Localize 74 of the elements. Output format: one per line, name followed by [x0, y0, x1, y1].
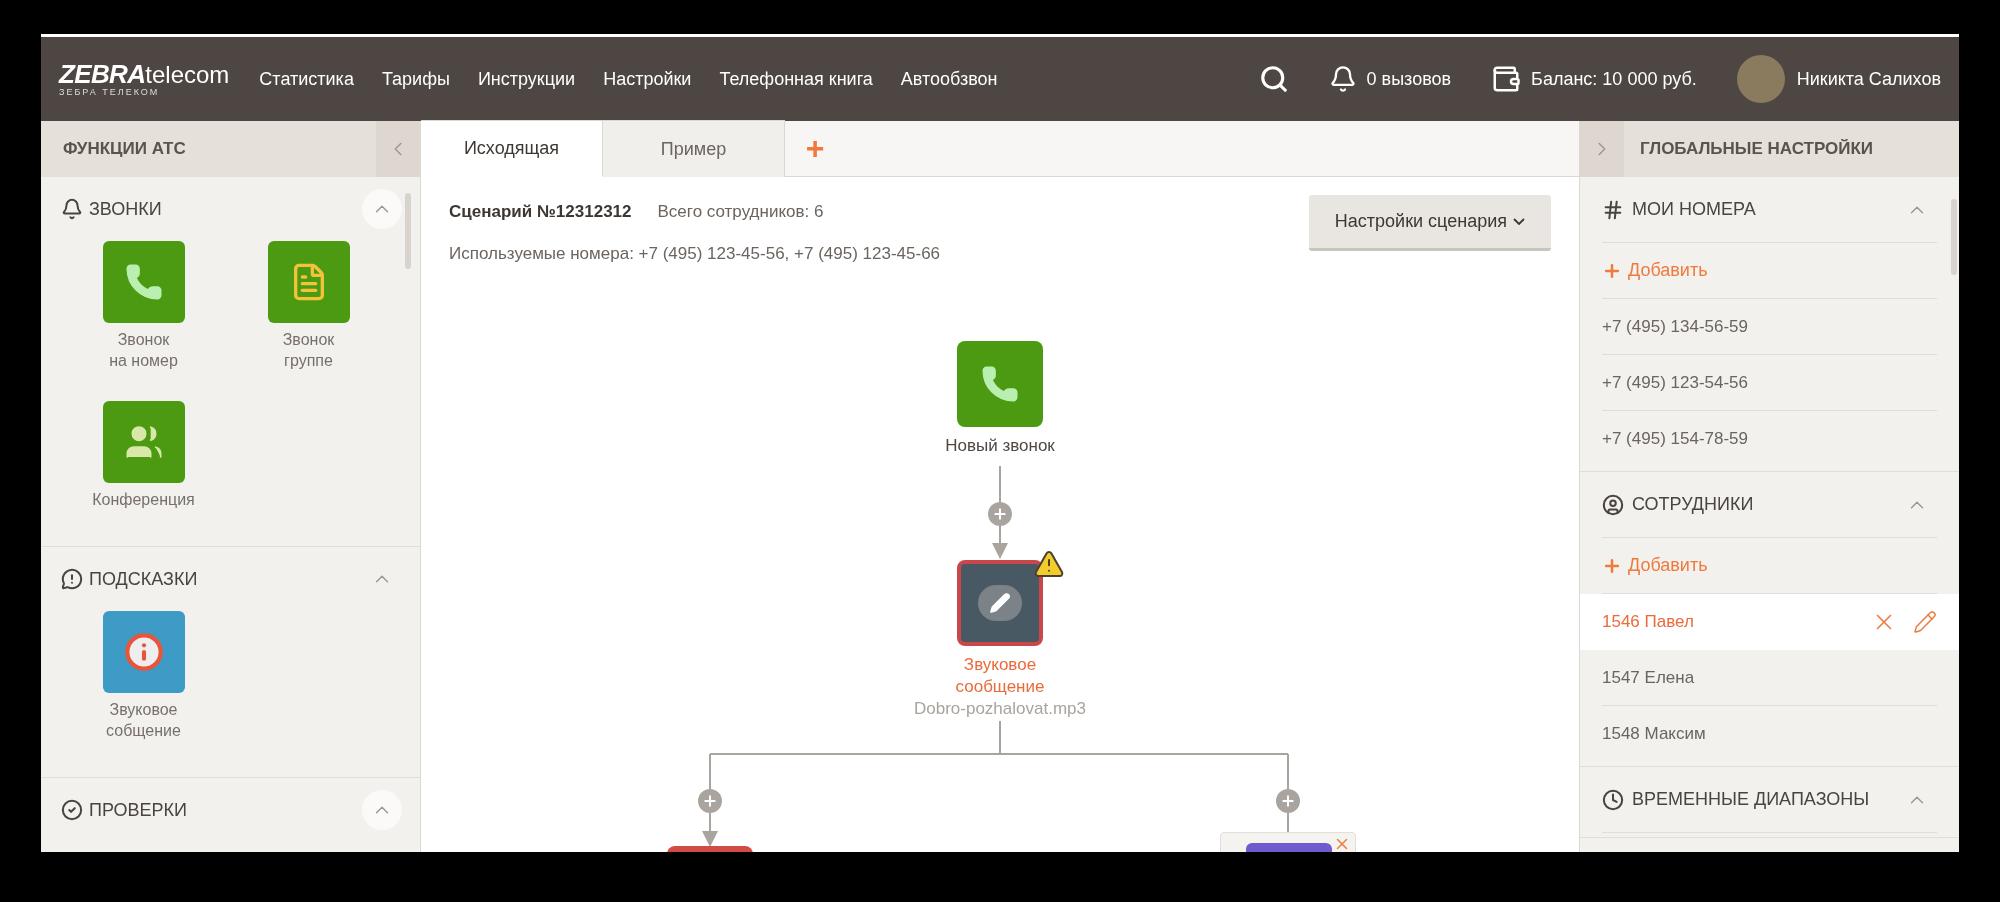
- section-title: ЗВОНКИ: [89, 197, 163, 221]
- add-step-button[interactable]: [698, 789, 722, 813]
- info-icon: [123, 632, 164, 672]
- calls-counter[interactable]: 0 вызовов: [1366, 65, 1452, 93]
- function-label[interactable]: Звуковое собщение: [106, 699, 181, 741]
- section-title: ПРОВЕРКИ: [89, 798, 188, 822]
- list-row[interactable]: 1548 Максим: [1602, 706, 1937, 762]
- pencil-icon[interactable]: [1913, 610, 1937, 634]
- list-row[interactable]: 1546 Павел: [1580, 594, 1959, 650]
- tab[interactable]: Исходящая: [421, 120, 603, 177]
- list-row[interactable]: +7 (495) 134-56-59: [1602, 299, 1937, 355]
- user-name[interactable]: Никикта Салихов: [1796, 65, 1941, 93]
- plus-icon: [992, 506, 1008, 522]
- list-row[interactable]: 1547 Елена: [1602, 650, 1937, 706]
- node-label: Звуковое сообщение: [955, 654, 1045, 698]
- list-item-text: +7 (495) 134-56-59: [1602, 315, 1750, 338]
- nav-link[interactable]: Статистика: [259, 65, 354, 93]
- plus-icon: [1280, 793, 1296, 809]
- collapse-button[interactable]: [362, 790, 402, 830]
- nav-link[interactable]: Автообзвон: [900, 65, 998, 93]
- list-item-text: +7 (495) 123-54-56: [1602, 371, 1750, 394]
- scrollbar[interactable]: [1951, 199, 1957, 275]
- hash-icon: [1602, 198, 1624, 221]
- panel-title: ФУНКЦИИ АТС: [62, 138, 187, 161]
- bell-icon[interactable]: [1328, 65, 1357, 93]
- wallet-icon[interactable]: [1491, 64, 1522, 94]
- function-label[interactable]: Звонок группе: [282, 329, 335, 371]
- clock-icon: [1602, 788, 1624, 811]
- function-tile[interactable]: [102, 241, 185, 323]
- message-node[interactable]: [957, 560, 1043, 646]
- call-node[interactable]: [957, 341, 1043, 427]
- collapse-button[interactable]: [362, 189, 402, 229]
- bell-icon: [61, 198, 83, 220]
- plus-icon: [702, 793, 718, 809]
- caret-icon: [1513, 218, 1525, 225]
- section-title: МОИ НОМЕРА: [1632, 198, 1757, 221]
- list-row[interactable]: +7 (495) 123-54-56: [1602, 355, 1937, 411]
- search-icon[interactable]: [1258, 64, 1289, 94]
- check-circle-icon: [61, 799, 83, 821]
- scenario-settings-button[interactable]: Настройки сценария: [1308, 195, 1551, 251]
- nav-link[interactable]: Телефонная книга: [719, 65, 873, 93]
- list-item-text: 1547 Елена: [1602, 666, 1696, 689]
- section-title: ПОДСКАЗКИ: [89, 567, 199, 591]
- phone-icon: [980, 364, 1020, 404]
- function-tile[interactable]: [102, 401, 185, 483]
- section-title: ВРЕМЕННЫЕ ДИАПАЗОНЫ: [1632, 788, 1871, 811]
- panel-title: ГЛОБАЛЬНЫЕ НАСТРОЙКИ: [1639, 138, 1874, 161]
- nav-link[interactable]: Инструкции: [477, 65, 576, 93]
- add-step-button[interactable]: [988, 502, 1012, 526]
- scenario-title: Сценарий №12312312: [449, 201, 632, 223]
- speech-bubble-icon: [61, 568, 83, 590]
- function-tile[interactable]: [102, 611, 185, 693]
- logo[interactable]: ZEBRAtelecom ЗЕБРА ТЕЛЕКОМ: [59, 61, 230, 97]
- tab[interactable]: Пример: [603, 120, 785, 177]
- section-title: СОТРУДНИКИ: [1632, 493, 1755, 516]
- function-label[interactable]: Звонок на номер: [109, 329, 178, 371]
- nav-link[interactable]: Тарифы: [381, 65, 450, 93]
- add-step-button[interactable]: [1276, 789, 1300, 813]
- list-row[interactable]: +7 (495) 154-78-59: [1602, 411, 1937, 467]
- scrollbar[interactable]: [405, 193, 411, 269]
- pencil-icon: [989, 592, 1011, 614]
- nav-link[interactable]: Настройки: [603, 65, 692, 93]
- list-item-text: 1546 Павел: [1602, 611, 1695, 634]
- list-item-text: 1548 Максим: [1602, 723, 1707, 746]
- function-label[interactable]: Конференция: [92, 489, 195, 510]
- balance-text[interactable]: Баланс: 10 000 руб.: [1531, 65, 1697, 93]
- file-name: Dobro-pozhalovat.mp3: [914, 698, 1086, 720]
- node-label: Новый звонок: [945, 435, 1055, 457]
- function-tile[interactable]: [267, 241, 350, 323]
- staff-count: Всего сотрудников: 6: [657, 201, 824, 223]
- used-numbers: Используемые номера: +7 (495) 123-45-56, +7 (495) 123-45-66: [449, 242, 942, 265]
- avatar[interactable]: [1736, 55, 1785, 103]
- user-icon: [1602, 493, 1624, 516]
- list-item-text: +7 (495) 154-78-59: [1602, 428, 1750, 451]
